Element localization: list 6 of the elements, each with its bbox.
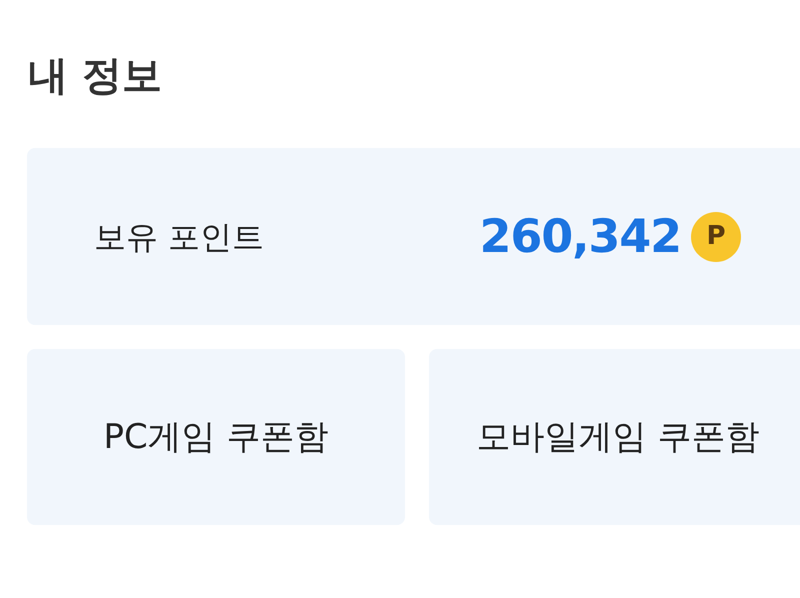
coupon-box-button[interactable]: 모바일게임 쿠폰함 [429, 349, 800, 525]
coupon-box-button[interactable]: PC게임 쿠폰함 [27, 349, 405, 525]
points-label: 보유 포인트 [94, 216, 264, 258]
points-value: 260,342 [480, 208, 681, 265]
point-coin-icon: P [691, 212, 741, 262]
page-title: 내 정보 [28, 52, 162, 101]
